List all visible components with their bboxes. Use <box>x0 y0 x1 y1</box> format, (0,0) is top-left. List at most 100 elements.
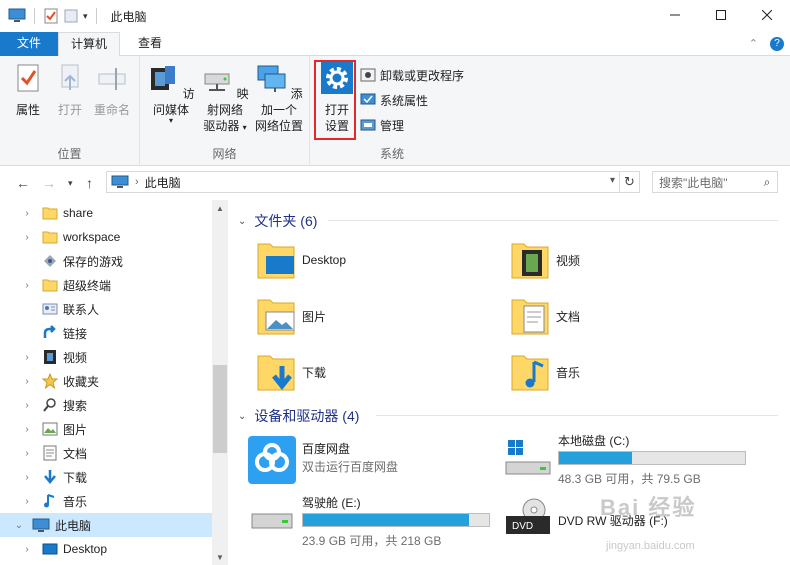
forward-icon[interactable]: → <box>42 175 56 191</box>
tree-item-label: 文档 <box>63 446 88 461</box>
tree-item-pictures[interactable]: › 图片 <box>0 417 212 441</box>
minimize-button[interactable] <box>652 0 698 30</box>
collapse-chevron-icon[interactable]: ⌄ <box>238 216 246 227</box>
tree-item-desktop[interactable]: › Desktop <box>0 537 212 561</box>
add-location-label-2: 网络位置 <box>254 119 303 133</box>
expand-chevron-icon[interactable]: › <box>20 208 34 219</box>
collapse-ribbon-icon[interactable]: ⌃ <box>749 37 758 51</box>
tree-item-searches[interactable]: › 搜索 <box>0 393 212 417</box>
tab-view[interactable]: 查看 <box>124 32 176 56</box>
computer-icon <box>111 175 129 188</box>
computer-icon <box>8 8 26 22</box>
expand-chevron-icon[interactable]: › <box>20 280 34 291</box>
folder-pictures[interactable]: 图片 <box>256 292 326 340</box>
tree-item-downloads[interactable]: › 下载 <box>0 465 212 489</box>
maximize-button[interactable] <box>698 0 744 30</box>
address-dropdown-icon[interactable]: ▾ <box>610 175 615 186</box>
manage-button[interactable]: 管理 <box>360 115 404 135</box>
drive-baidu-netdisk[interactable]: 百度网盘 双击运行百度网盘 <box>248 436 498 486</box>
map-network-drive-button[interactable]: 映射网络 驱动器 ▾ <box>198 62 252 136</box>
help-icon[interactable]: ? <box>770 37 784 51</box>
folder-label: 音乐 <box>556 365 581 380</box>
tree-item-contacts[interactable]: 联系人 <box>0 297 212 321</box>
tab-computer[interactable]: 计算机 <box>58 32 120 57</box>
tree-item-label: 音乐 <box>63 494 88 509</box>
collapse-chevron-icon[interactable]: ⌄ <box>12 520 26 531</box>
tree-item-hyperterminal[interactable]: › 超级终端 <box>0 273 212 297</box>
search-input[interactable]: 搜索"此电脑" <box>653 174 757 191</box>
scrollbar-thumb[interactable] <box>213 365 227 453</box>
drive-subtitle: 23.9 GB 可用，共 218 GB <box>302 534 442 548</box>
folder-videos[interactable]: 视频 <box>510 236 580 284</box>
breadcrumb-chevron-icon[interactable]: › <box>135 176 139 188</box>
tree-item-videos[interactable]: › 视频 <box>0 345 212 369</box>
system-properties-button[interactable]: 系统属性 <box>360 90 428 110</box>
folders-section-header[interactable]: ⌄ 文件夹 (6) <box>238 211 317 231</box>
folder-downloads[interactable]: 下载 <box>256 348 326 396</box>
search-icon[interactable]: ⌕ <box>757 175 777 190</box>
back-icon[interactable]: ← <box>16 175 30 191</box>
links-icon <box>43 325 56 338</box>
open-icon <box>61 64 79 90</box>
tree-item-label: Desktop <box>63 542 108 556</box>
recent-locations-icon[interactable]: ▾ <box>68 178 73 189</box>
scroll-up-icon[interactable]: ▲ <box>212 204 228 213</box>
refresh-button[interactable]: ↻ <box>620 171 640 193</box>
close-button[interactable] <box>744 0 790 30</box>
folder-label: 图片 <box>302 309 327 324</box>
folder-documents[interactable]: 文档 <box>510 292 580 340</box>
rename-button[interactable]: 重命名 <box>92 62 132 118</box>
watermark-url: jingyan.baidu.com <box>606 540 695 552</box>
expand-chevron-icon[interactable]: › <box>20 232 34 243</box>
folder-music[interactable]: 音乐 <box>510 348 580 396</box>
search-icon <box>43 398 56 412</box>
expand-chevron-icon[interactable]: › <box>20 376 34 387</box>
drive-e[interactable]: 驾驶舱 (E:) 23.9 GB 可用，共 218 GB <box>248 494 518 548</box>
folder-desktop[interactable]: Desktop <box>256 236 346 284</box>
network-location-icon <box>257 65 286 92</box>
scroll-down-icon[interactable]: ▼ <box>212 553 228 562</box>
expand-chevron-icon[interactable]: › <box>20 496 34 507</box>
tree-item-saved-games[interactable]: 保存的游戏 <box>0 249 212 273</box>
tree-item-label: 联系人 <box>63 302 100 317</box>
documents-icon <box>43 445 57 461</box>
expand-chevron-icon[interactable]: › <box>20 352 34 363</box>
expand-chevron-icon[interactable]: › <box>20 448 34 459</box>
tree-item-music[interactable]: › 音乐 <box>0 489 212 513</box>
properties-button[interactable]: 属性 <box>10 62 46 118</box>
windows-drive-icon <box>505 440 551 475</box>
breadcrumb-current[interactable]: 此电脑 <box>145 174 181 191</box>
tree-item-documents[interactable]: › 文档 <box>0 441 212 465</box>
open-button[interactable]: 打开 <box>54 62 86 118</box>
tree-item-favorites[interactable]: › 收藏夹 <box>0 369 212 393</box>
properties-icon <box>17 64 39 92</box>
tree-item-share[interactable]: › share <box>0 201 212 225</box>
address-bar[interactable]: › 此电脑 ▾ <box>106 171 620 193</box>
properties-qat-icon[interactable] <box>43 8 59 24</box>
music-icon <box>44 494 55 508</box>
tree-item-links[interactable]: 链接 <box>0 321 212 345</box>
collapse-chevron-icon[interactable]: ⌄ <box>238 411 246 422</box>
add-network-location-button[interactable]: 添加一个 网络位置 <box>252 62 306 134</box>
uninstall-button[interactable]: 卸载或更改程序 <box>360 65 464 85</box>
up-icon[interactable]: ↑ <box>86 175 93 191</box>
drive-c[interactable]: 本地磁盘 (C:) 48.3 GB 可用，共 79.5 GB <box>504 432 774 486</box>
folders-section-title: 文件夹 (6) <box>254 213 318 229</box>
tree-item-this-pc[interactable]: ⌄ 此电脑 <box>0 513 212 537</box>
expand-chevron-icon[interactable]: › <box>20 424 34 435</box>
desktop-icon <box>42 543 58 555</box>
new-folder-qat-icon[interactable] <box>63 8 79 24</box>
devices-section-header[interactable]: ⌄ 设备和驱动器 (4) <box>238 406 359 426</box>
search-box[interactable]: 搜索"此电脑" ⌕ <box>652 171 778 193</box>
rename-label: 重命名 <box>93 103 130 117</box>
qat-dropdown-icon[interactable]: ▾ <box>83 11 88 22</box>
tab-file[interactable]: 文件 <box>0 32 58 56</box>
drive-usage-fill <box>303 514 469 526</box>
expand-chevron-icon[interactable]: › <box>20 472 34 483</box>
cloud-icon <box>248 436 296 484</box>
expand-chevron-icon[interactable]: › <box>20 544 34 555</box>
music-folder-icon <box>511 355 549 391</box>
tree-item-workspace[interactable]: › workspace <box>0 225 212 249</box>
access-media-button[interactable]: 访问媒体 ▾ <box>146 62 196 125</box>
expand-chevron-icon[interactable]: › <box>20 400 34 411</box>
